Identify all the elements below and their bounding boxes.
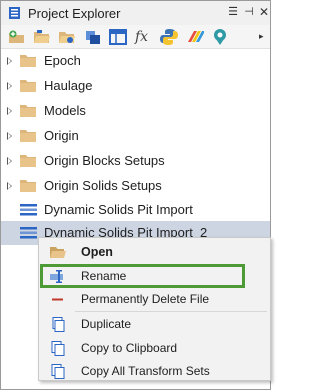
menu-item-label: Copy All Transform Sets: [81, 364, 210, 378]
title-bar: Project Explorer ☰ ⊣ ✕: [1, 1, 270, 25]
menu-item-rename[interactable]: Rename: [39, 264, 270, 288]
menu-item-copy-all-transform-sets[interactable]: Copy All Transform Sets: [39, 359, 270, 383]
menu-item-label: Permanently Delete File: [81, 292, 210, 306]
open-folder-icon: [50, 247, 66, 258]
add-project-icon[interactable]: [8, 28, 26, 46]
rename-icon: [50, 270, 63, 283]
close-icon[interactable]: ✕: [257, 4, 271, 20]
tree-item-haulage[interactable]: Haulage: [1, 74, 270, 98]
menu-item-label: Rename: [81, 269, 127, 283]
tree-item-epoch[interactable]: Epoch: [1, 49, 270, 73]
tree-item-label: Origin Solids Setups: [44, 178, 162, 193]
window-title: Project Explorer: [28, 6, 121, 21]
expand-arrow-icon[interactable]: [7, 182, 12, 190]
duplicate-icon: [52, 317, 65, 332]
folder-icon: [20, 105, 36, 117]
tree-item-dynamic-solids-pit-import[interactable]: Dynamic Solids Pit Import: [1, 198, 270, 222]
tree-item-origin-blocks-setups[interactable]: Origin Blocks Setups: [1, 149, 270, 173]
folder-icon: [20, 180, 36, 192]
expand-arrow-icon[interactable]: [7, 107, 12, 115]
folder-icon: [20, 55, 36, 67]
tree-item-label: Origin Blocks Setups: [44, 153, 165, 168]
menu-item-label: Open: [81, 245, 113, 259]
copy-transform-icon: [51, 364, 65, 379]
toolbar: fx ▸: [1, 25, 270, 49]
delete-icon: [52, 298, 63, 301]
tree-item-origin-solids-setups[interactable]: Origin Solids Setups: [1, 174, 270, 198]
layers-icon: [20, 204, 37, 216]
grid-icon[interactable]: [109, 28, 127, 46]
tree-item-label: Models: [44, 103, 86, 118]
pin-icon[interactable]: ⊣: [242, 4, 256, 20]
explorer-icon: [9, 7, 20, 19]
menu-item-permanently-delete[interactable]: Permanently Delete File: [39, 287, 270, 311]
menu-item-label: Copy to Clipboard: [81, 341, 178, 355]
expand-arrow-icon[interactable]: [7, 82, 12, 90]
expand-arrow-icon[interactable]: [7, 132, 12, 140]
folder-icon: [20, 80, 36, 92]
layers-icon: [20, 227, 37, 239]
tree-item-label: Dynamic Solids Pit Import: [44, 202, 193, 217]
tree-item-models[interactable]: Models: [1, 99, 270, 123]
folder-icon: [20, 155, 36, 167]
menu-item-label: Duplicate: [81, 317, 132, 331]
open-folder-icon[interactable]: [33, 28, 51, 46]
folder-link-icon[interactable]: [58, 28, 76, 46]
menu-item-open[interactable]: Open: [39, 240, 270, 264]
python-icon[interactable]: [160, 28, 178, 46]
context-menu: Open Rename Permanently Delete File Dupl…: [38, 237, 271, 381]
function-icon[interactable]: fx: [135, 28, 153, 46]
copy-clipboard-icon: [51, 341, 65, 356]
tree-item-origin[interactable]: Origin: [1, 124, 270, 148]
expand-arrow-icon[interactable]: [7, 157, 12, 165]
menu-item-duplicate[interactable]: Duplicate: [39, 312, 270, 336]
stack-icon[interactable]: [84, 28, 102, 46]
menu-item-copy-to-clipboard[interactable]: Copy to Clipboard: [39, 336, 270, 360]
toolbar-overflow-icon[interactable]: ▸: [259, 31, 264, 42]
tree-item-label: Haulage: [44, 78, 93, 93]
location-icon[interactable]: [211, 28, 229, 46]
window-menu-icon[interactable]: ☰: [226, 4, 240, 20]
tree-item-label: Origin: [44, 128, 79, 143]
expand-arrow-icon[interactable]: [7, 57, 12, 65]
project-explorer-window: Project Explorer ☰ ⊣ ✕ fx ▸ Epoch Haulag…: [0, 0, 271, 390]
palette-icon[interactable]: [186, 28, 204, 46]
folder-icon: [20, 130, 36, 142]
tree-item-label: Epoch: [44, 53, 81, 68]
